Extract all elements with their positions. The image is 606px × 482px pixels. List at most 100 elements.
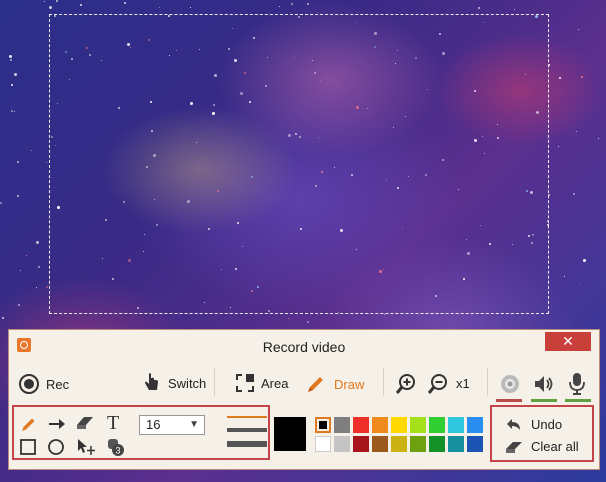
eraser-tool-icon[interactable] bbox=[76, 415, 94, 431]
star bbox=[14, 111, 15, 112]
divider bbox=[383, 368, 384, 396]
star bbox=[36, 287, 37, 288]
zoom-in-icon bbox=[395, 374, 415, 394]
star bbox=[46, 286, 48, 288]
text-tool-icon[interactable]: T bbox=[107, 413, 119, 433]
microphone-icon bbox=[569, 373, 585, 395]
zoom-in-button[interactable] bbox=[395, 373, 417, 395]
line-width-thin[interactable] bbox=[227, 416, 267, 418]
line-width-selector[interactable] bbox=[227, 416, 267, 456]
star bbox=[10, 59, 12, 61]
color-swatch[interactable] bbox=[391, 417, 407, 433]
ellipse-tool-icon[interactable] bbox=[48, 439, 64, 455]
star bbox=[2, 317, 4, 319]
switch-button[interactable]: Switch bbox=[143, 372, 206, 394]
star bbox=[559, 77, 561, 79]
color-swatch[interactable] bbox=[391, 436, 407, 452]
color-swatch[interactable] bbox=[429, 436, 445, 452]
star bbox=[573, 193, 575, 195]
switch-label: Switch bbox=[168, 375, 207, 391]
capture-area-selection[interactable] bbox=[49, 14, 549, 314]
star bbox=[11, 110, 13, 112]
star bbox=[46, 162, 47, 163]
chevron-down-icon: ▼ bbox=[189, 419, 199, 430]
color-swatch[interactable] bbox=[334, 417, 350, 433]
hand-pointer-icon bbox=[145, 373, 158, 390]
main-toolbar: Rec Switch Area Draw x1 bbox=[9, 366, 599, 402]
zoom-out-button[interactable] bbox=[427, 373, 449, 395]
color-swatch[interactable] bbox=[353, 436, 369, 452]
title-bar[interactable]: Record video ✕ bbox=[9, 330, 599, 362]
pencil-tool-icon[interactable] bbox=[20, 415, 38, 433]
area-button[interactable]: Area bbox=[236, 374, 288, 392]
rec-button[interactable]: Rec bbox=[19, 374, 69, 394]
star bbox=[478, 7, 480, 9]
star bbox=[514, 9, 515, 10]
record-icon bbox=[19, 374, 39, 394]
color-swatch[interactable] bbox=[410, 417, 426, 433]
color-swatch[interactable] bbox=[410, 436, 426, 452]
color-swatch[interactable] bbox=[372, 417, 388, 433]
color-swatch[interactable] bbox=[372, 436, 388, 452]
color-swatch[interactable] bbox=[448, 436, 464, 452]
webcam-toggle[interactable] bbox=[499, 373, 521, 395]
star bbox=[49, 6, 52, 9]
undo-button[interactable]: Undo bbox=[505, 417, 562, 432]
star bbox=[384, 314, 385, 315]
star bbox=[564, 276, 565, 277]
window-title: Record video bbox=[262, 339, 346, 355]
zoom-level[interactable]: x1 bbox=[456, 376, 470, 391]
line-width-thick[interactable] bbox=[227, 441, 267, 447]
speaker-toggle[interactable] bbox=[533, 373, 555, 395]
color-swatch[interactable] bbox=[334, 436, 350, 452]
clear-all-label: Clear all bbox=[531, 439, 579, 454]
color-swatch[interactable] bbox=[315, 436, 331, 452]
record-video-window: Record video ✕ Rec Switch Area Draw x1 T… bbox=[8, 329, 600, 470]
color-swatch[interactable] bbox=[448, 417, 464, 433]
star bbox=[0, 202, 2, 204]
webcam-status-bar bbox=[496, 399, 522, 402]
star bbox=[583, 259, 586, 262]
rec-label: Rec bbox=[46, 376, 70, 392]
current-color-swatch[interactable] bbox=[274, 417, 306, 451]
star bbox=[124, 2, 126, 4]
move-tool-icon[interactable] bbox=[76, 438, 96, 456]
arrow-tool-icon[interactable] bbox=[48, 416, 66, 432]
star bbox=[279, 6, 280, 7]
color-swatch[interactable] bbox=[315, 417, 331, 433]
star bbox=[26, 255, 27, 256]
star bbox=[31, 150, 32, 151]
star bbox=[44, 1, 45, 2]
star bbox=[36, 241, 39, 244]
star bbox=[307, 3, 309, 5]
clear-all-button[interactable]: Clear all bbox=[505, 439, 579, 454]
rectangle-tool-icon[interactable] bbox=[20, 439, 36, 455]
draw-button[interactable]: Draw bbox=[305, 373, 364, 395]
star bbox=[558, 146, 559, 147]
line-width-medium[interactable] bbox=[227, 428, 267, 432]
area-label: Area bbox=[261, 375, 289, 391]
star bbox=[291, 3, 293, 5]
undo-icon bbox=[507, 418, 520, 430]
color-swatch[interactable] bbox=[467, 436, 483, 452]
star bbox=[11, 84, 13, 86]
draw-label: Draw bbox=[334, 376, 365, 392]
star bbox=[580, 284, 581, 285]
color-swatch[interactable] bbox=[429, 417, 445, 433]
color-swatch[interactable] bbox=[353, 417, 369, 433]
area-select-icon bbox=[236, 374, 254, 392]
divider bbox=[487, 368, 488, 396]
speaker-status-bar bbox=[531, 399, 557, 402]
star bbox=[598, 138, 599, 139]
font-size-select[interactable]: 16 ▼ bbox=[139, 415, 205, 435]
star bbox=[576, 131, 577, 132]
step-number-tool-icon[interactable]: 3 bbox=[106, 437, 126, 457]
font-size-value: 16 bbox=[146, 417, 161, 432]
close-button[interactable]: ✕ bbox=[545, 332, 591, 351]
star bbox=[17, 195, 19, 197]
speaker-icon bbox=[535, 376, 553, 392]
color-swatch[interactable] bbox=[467, 417, 483, 433]
star bbox=[578, 29, 579, 30]
actions-panel: Undo Clear all bbox=[490, 405, 594, 462]
microphone-toggle[interactable] bbox=[567, 372, 587, 396]
